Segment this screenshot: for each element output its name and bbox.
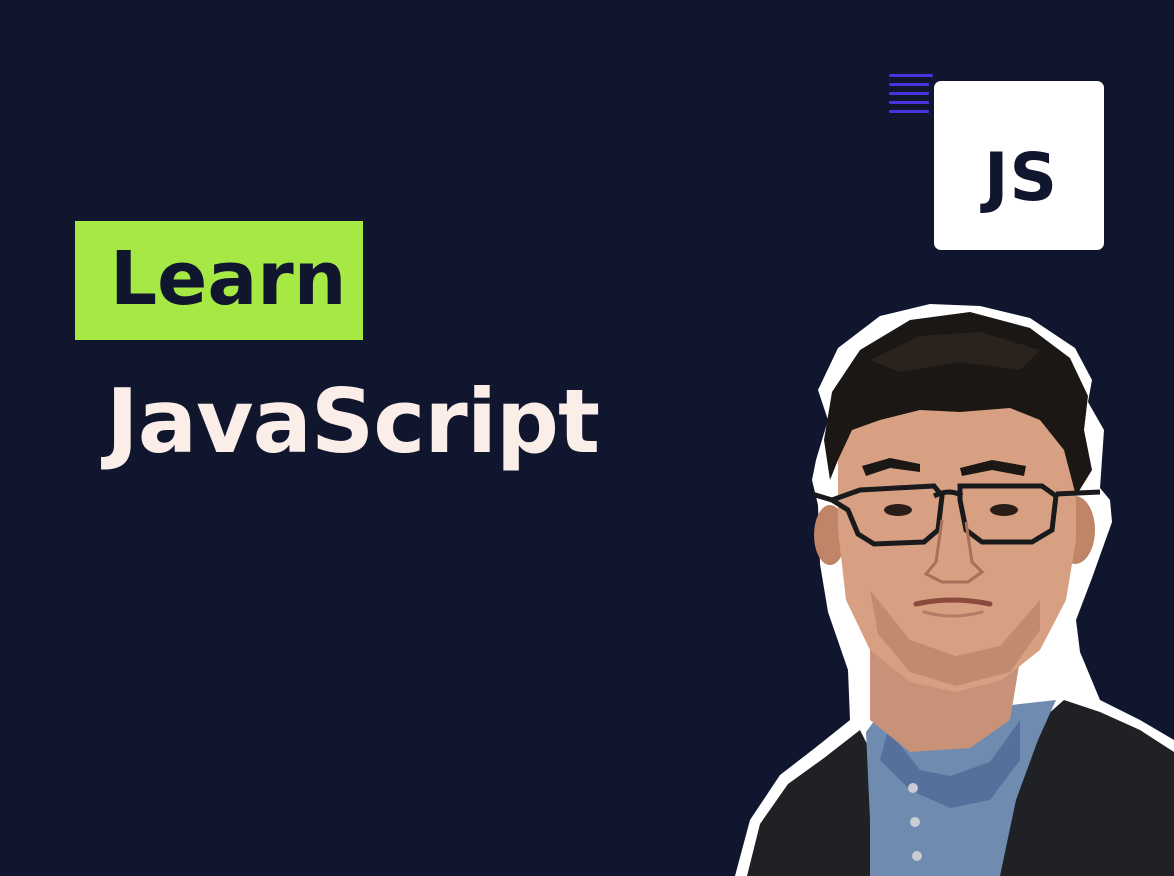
javascript-logo-icon: JS (934, 81, 1104, 250)
javascript-logo-text: JS (984, 139, 1059, 216)
course-title: JavaScript (106, 370, 600, 473)
learn-badge-label: Learn (110, 235, 347, 322)
menu-lines-icon (889, 74, 935, 116)
learn-badge: Learn (75, 221, 363, 340)
thumbnail-canvas: Learn JavaScript JS (0, 0, 1174, 876)
instructor-portrait (735, 304, 1174, 876)
